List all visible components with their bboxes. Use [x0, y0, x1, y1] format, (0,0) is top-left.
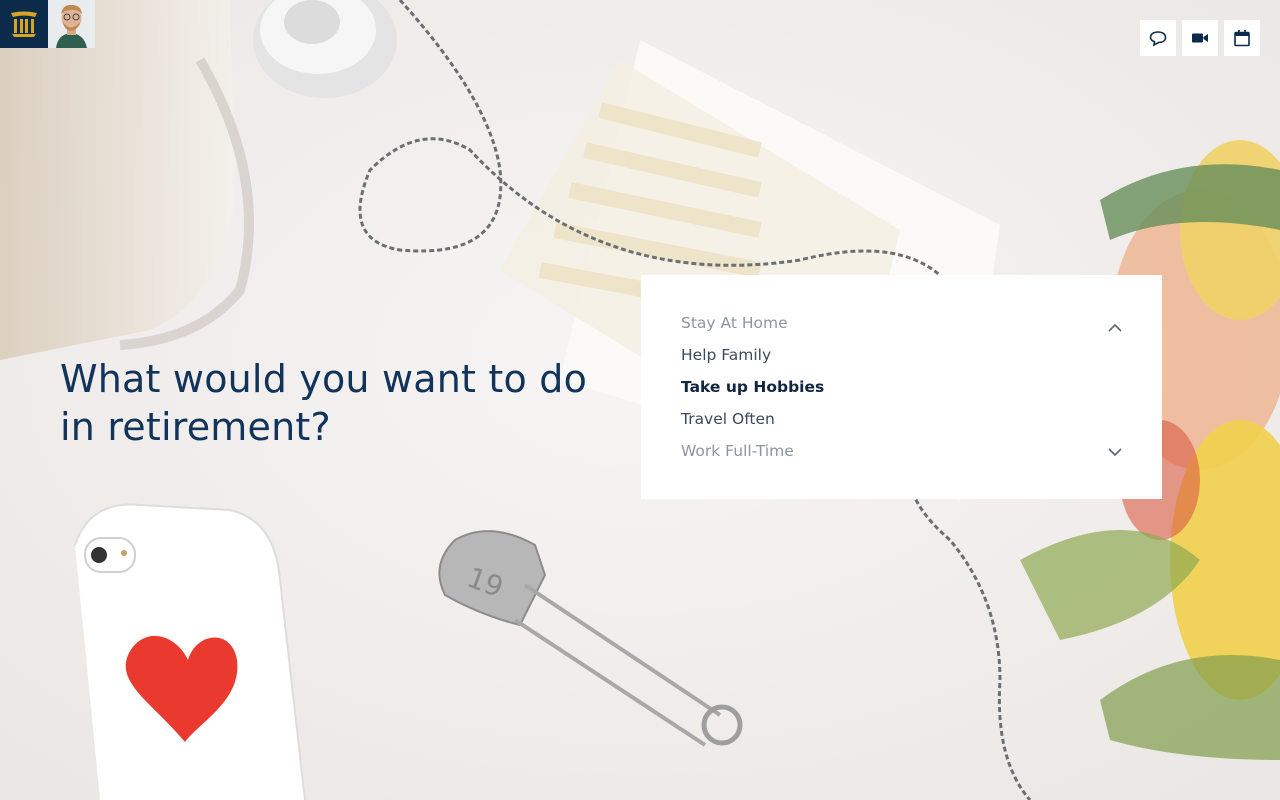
- option-work-full-time[interactable]: Work Full-Time: [681, 435, 824, 467]
- option-take-up-hobbies[interactable]: Take up Hobbies: [681, 371, 824, 403]
- question-heading: What would you want to do in retirement?: [60, 355, 600, 451]
- question-line-2: in retirement?: [60, 405, 331, 449]
- option-stay-at-home[interactable]: Stay At Home: [681, 307, 824, 339]
- calendar-button[interactable]: [1224, 20, 1260, 56]
- video-call-button[interactable]: [1182, 20, 1218, 56]
- chat-bubble-icon: [1149, 31, 1167, 47]
- option-picker: Stay At Home Help Family Take up Hobbies…: [641, 275, 1162, 499]
- option-list: Stay At Home Help Family Take up Hobbies…: [681, 307, 824, 467]
- brand-logo[interactable]: [0, 0, 48, 48]
- question-line-1: What would you want to do: [60, 357, 588, 401]
- advisor-avatar[interactable]: [48, 0, 95, 48]
- person-photo-icon: [48, 0, 95, 48]
- header-actions: [1140, 20, 1260, 56]
- option-travel-often[interactable]: Travel Often: [681, 403, 824, 435]
- chevron-down-icon[interactable]: [1107, 444, 1123, 460]
- chevron-up-icon[interactable]: [1107, 320, 1123, 336]
- option-help-family[interactable]: Help Family: [681, 339, 824, 371]
- chat-button[interactable]: [1140, 20, 1176, 56]
- calendar-icon: [1234, 30, 1250, 47]
- video-camera-icon: [1192, 33, 1208, 43]
- columns-logo-icon: [11, 11, 37, 37]
